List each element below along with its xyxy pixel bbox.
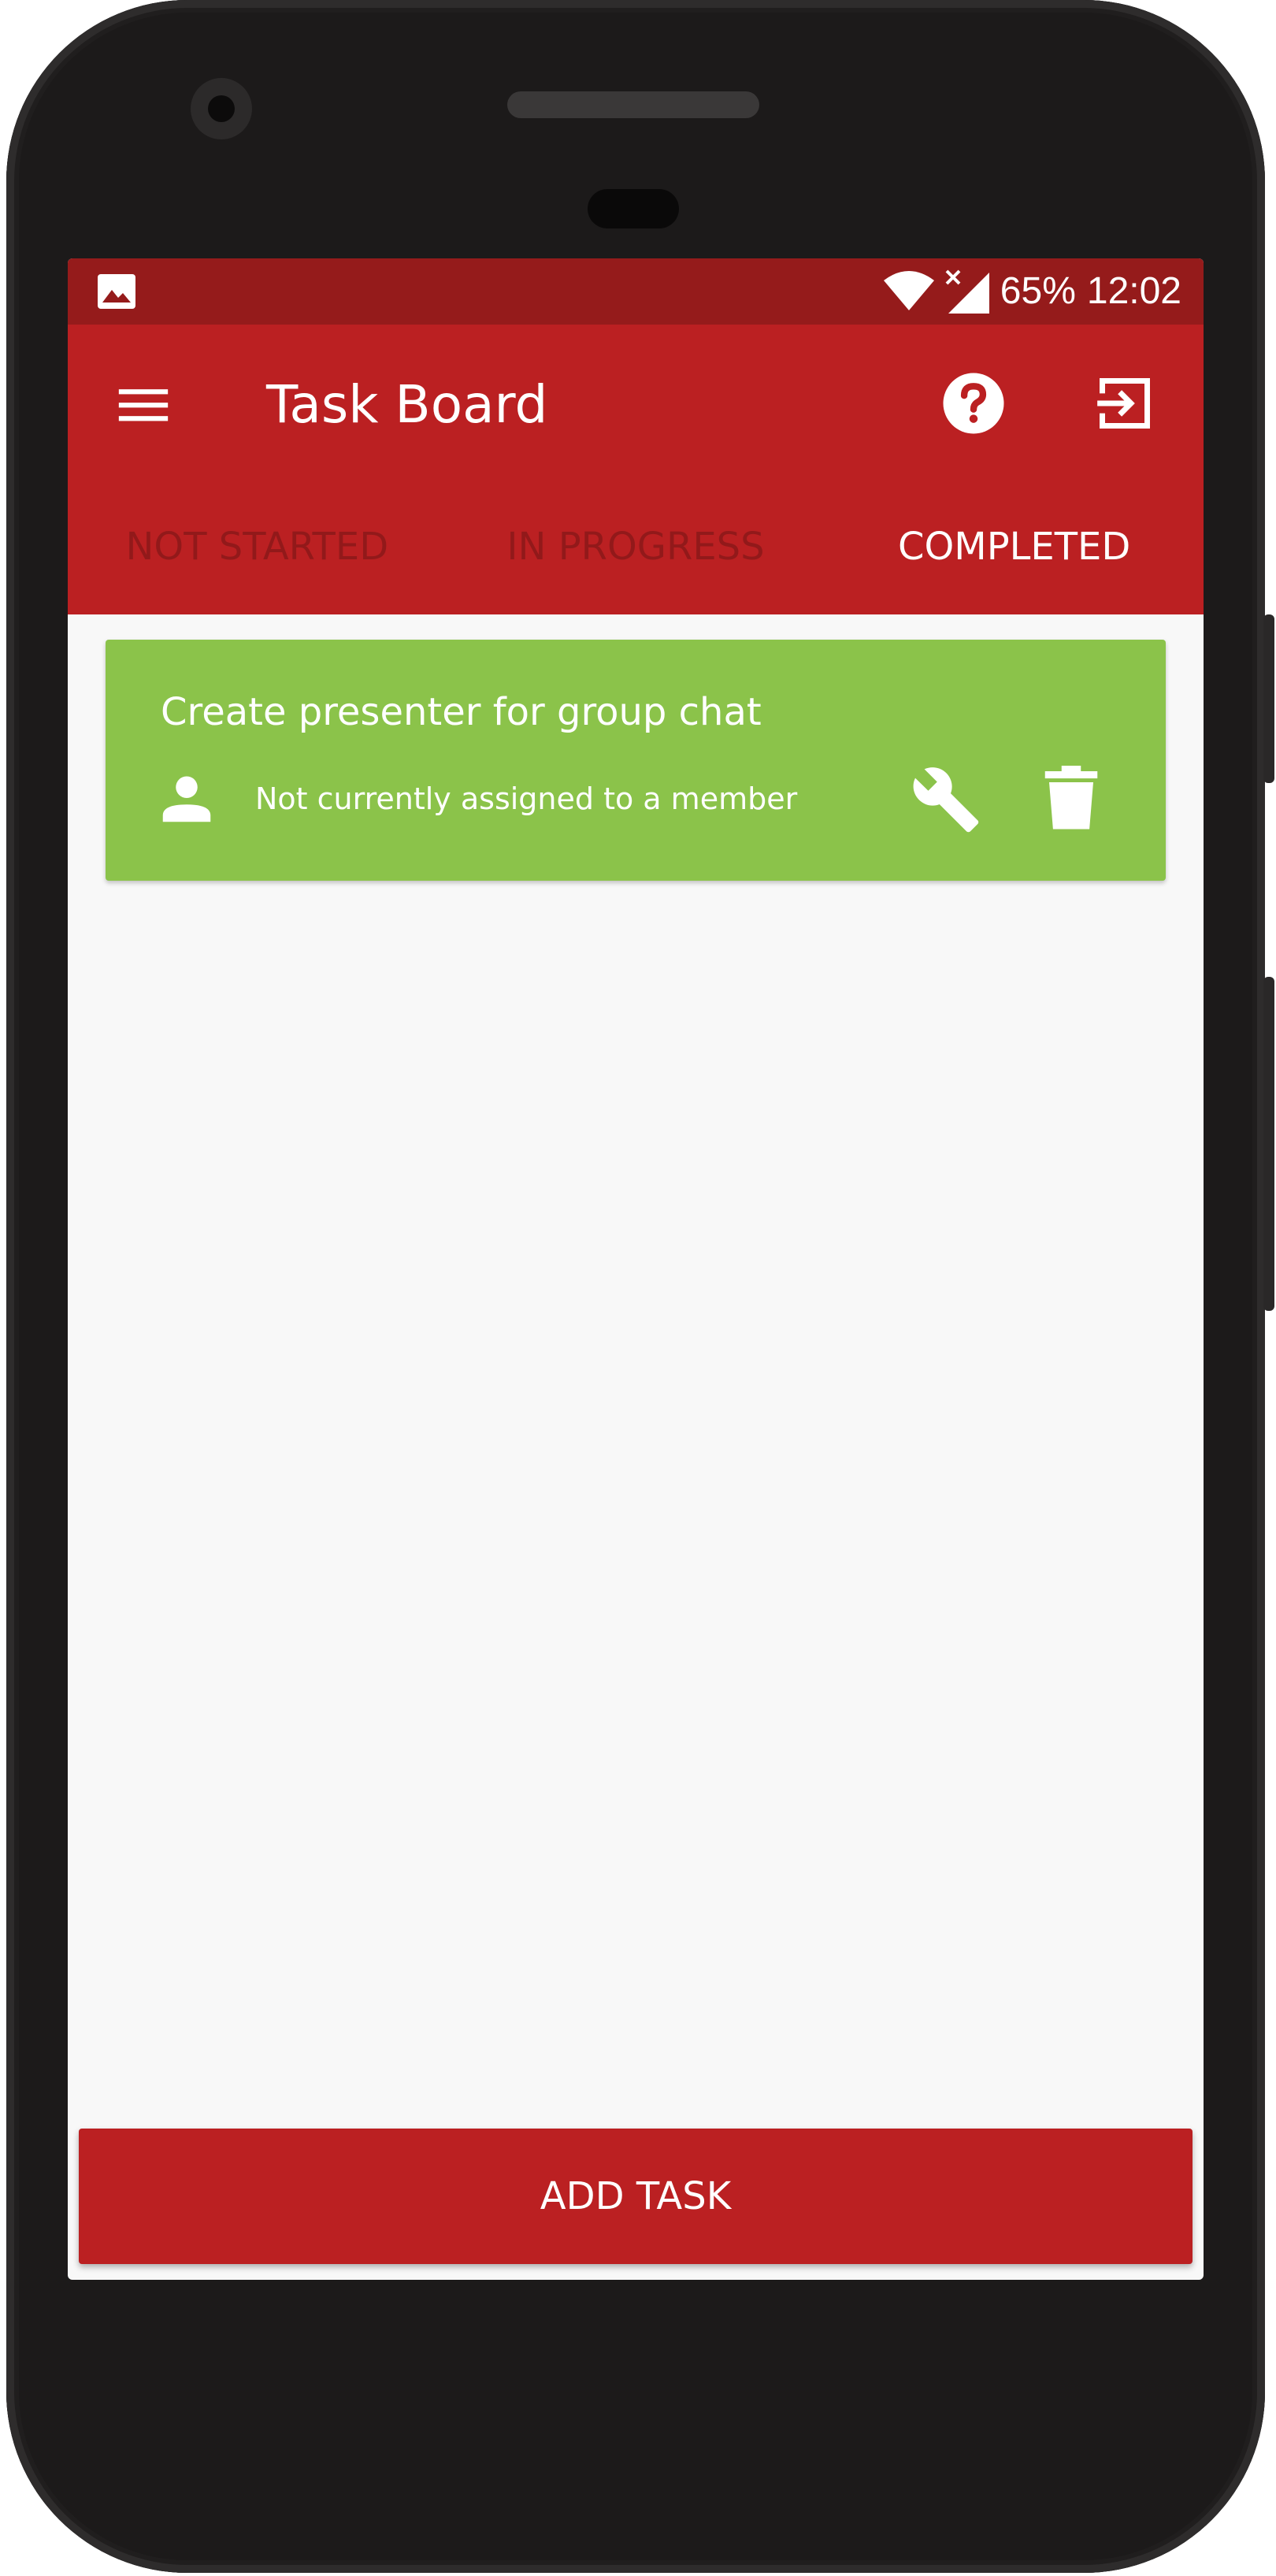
wrench-icon[interactable] [911, 764, 981, 835]
add-task-button[interactable]: ADD TASK [79, 2129, 1193, 2264]
task-card[interactable]: Create presenter for group chat Not curr… [106, 640, 1166, 881]
image-notification-icon [98, 274, 135, 309]
status-bar: 65% 12:02 [68, 258, 1204, 325]
menu-icon[interactable] [117, 378, 170, 432]
page-title: Task Board [266, 374, 548, 435]
tab-in-progress[interactable]: IN PROGRESS [447, 479, 825, 614]
help-icon[interactable] [940, 370, 1007, 436]
proximity-sensor [588, 189, 679, 228]
front-camera [191, 78, 252, 139]
tab-completed[interactable]: COMPLETED [825, 479, 1204, 614]
tab-bar: NOT STARTED IN PROGRESS COMPLETED [68, 479, 1204, 614]
signal-icon [945, 269, 989, 314]
screen: 65% 12:02 Task Board NOT STARTED IN PROG… [68, 258, 1204, 2280]
phone-frame: 65% 12:02 Task Board NOT STARTED IN PROG… [0, 0, 1276, 2576]
power-button [1263, 614, 1274, 783]
battery-percentage: 65% [1000, 270, 1076, 312]
task-assignee: Not currently assigned to a member [255, 781, 798, 816]
app-bar: Task Board NOT STARTED IN PROGRESS COMPL… [68, 325, 1204, 614]
trash-icon[interactable] [1043, 766, 1100, 832]
tab-not-started[interactable]: NOT STARTED [68, 479, 447, 614]
earpiece-speaker [507, 91, 759, 118]
status-right: 65% 12:02 [883, 258, 1181, 325]
clock: 12:02 [1086, 270, 1181, 312]
task-title: Create presenter for group chat [161, 690, 762, 734]
wifi-icon [883, 271, 934, 310]
person-icon [162, 776, 211, 822]
logout-icon[interactable] [1095, 373, 1155, 433]
volume-button [1263, 977, 1274, 1311]
